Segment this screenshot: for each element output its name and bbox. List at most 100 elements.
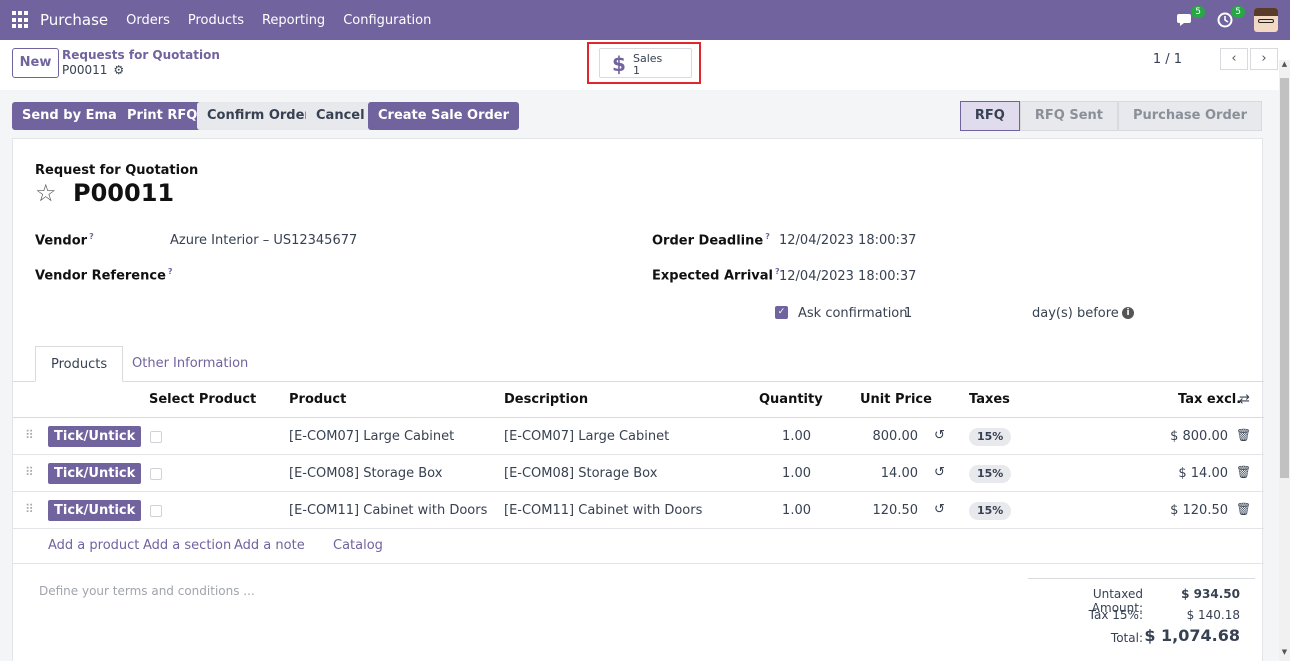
col-quantity[interactable]: Quantity — [759, 392, 823, 407]
sales-smart-button[interactable]: $ Sales 1 — [599, 48, 692, 78]
new-button[interactable]: New — [12, 48, 59, 78]
drag-handle-icon[interactable]: ⠿ — [25, 502, 34, 516]
terms-conditions-field[interactable]: Define your terms and conditions ... — [39, 584, 255, 598]
menu-configuration[interactable]: Configuration — [343, 13, 431, 28]
document-type-label: Request for Quotation — [35, 163, 199, 178]
menu-reporting[interactable]: Reporting — [262, 13, 325, 28]
trash-icon[interactable]: 🗑 — [1236, 428, 1251, 442]
record-name: P00011 — [73, 179, 175, 207]
apps-grid-icon[interactable] — [12, 11, 30, 29]
description-cell[interactable]: [E-COM08] Storage Box — [504, 466, 657, 481]
col-description[interactable]: Description — [504, 392, 588, 407]
select-product-checkbox[interactable] — [150, 468, 162, 480]
add-section-link[interactable]: Add a section — [143, 538, 231, 553]
expected-arrival-field[interactable]: 12/04/2023 18:00:37 — [779, 269, 916, 284]
days-before-label: day(s) before — [1032, 306, 1119, 321]
col-select-product[interactable]: Select Product — [149, 392, 256, 407]
drag-handle-icon[interactable]: ⠿ — [25, 428, 34, 442]
tax-badge[interactable]: 15% — [969, 465, 1012, 483]
scrollbar-thumb[interactable] — [1280, 78, 1289, 478]
unit-price-cell[interactable]: 14.00 — [818, 466, 918, 481]
help-icon[interactable]: ? — [765, 232, 770, 241]
scroll-down-icon[interactable]: ▼ — [1279, 648, 1290, 659]
add-product-link[interactable]: Add a product — [48, 538, 139, 553]
untaxed-amount-value: $ 934.50 — [1181, 587, 1240, 601]
pager-value[interactable]: 1 / 1 — [1153, 52, 1182, 67]
tab-products[interactable]: Products — [35, 346, 124, 382]
tax-badge[interactable]: 15% — [969, 502, 1012, 520]
confirm-order-button[interactable]: Confirm Order — [197, 102, 321, 130]
activities-clock-icon[interactable]: 5 — [1214, 6, 1245, 31]
breadcrumb-parent[interactable]: Requests for Quotation — [62, 48, 220, 62]
vendor-reference-label: Vendor Reference? — [35, 267, 173, 284]
expected-arrival-label: Expected Arrival? — [652, 267, 780, 284]
cancel-button[interactable]: Cancel — [306, 102, 375, 130]
ask-confirmation-checkbox[interactable]: ✓ — [775, 306, 788, 319]
status-bar: RFQ RFQ Sent Purchase Order — [959, 101, 1262, 131]
trash-icon[interactable]: 🗑 — [1236, 465, 1251, 479]
user-avatar[interactable] — [1254, 8, 1278, 32]
tick-untick-button[interactable]: Tick/Untick — [48, 500, 142, 521]
tab-other-information[interactable]: Other Information — [117, 346, 263, 382]
ask-confirmation-days[interactable]: 1 — [904, 306, 912, 321]
menu-products[interactable]: Products — [188, 13, 244, 28]
gear-icon[interactable]: ⚙ — [113, 63, 124, 77]
add-note-link[interactable]: Add a note — [234, 538, 305, 553]
help-icon[interactable]: ? — [89, 232, 94, 241]
pager-next-icon[interactable]: › — [1250, 48, 1278, 70]
revert-price-icon[interactable]: ↺ — [934, 502, 945, 517]
table-row[interactable]: ⠿ Tick/Untick [E-COM08] Storage Box [E-C… — [13, 455, 1264, 492]
catalog-link[interactable]: Catalog — [333, 538, 383, 553]
tax-value: $ 140.18 — [1186, 608, 1240, 622]
table-row[interactable]: ⠿ Tick/Untick [E-COM07] Large Cabinet [E… — [13, 418, 1264, 455]
drag-handle-icon[interactable]: ⠿ — [25, 465, 34, 479]
star-icon[interactable]: ☆ — [35, 179, 57, 207]
product-cell[interactable]: [E-COM11] Cabinet with Doors — [289, 503, 487, 518]
col-product[interactable]: Product — [289, 392, 346, 407]
description-cell[interactable]: [E-COM07] Large Cabinet — [504, 429, 669, 444]
table-row[interactable]: ⠿ Tick/Untick [E-COM11] Cabinet with Doo… — [13, 492, 1264, 529]
description-cell[interactable]: [E-COM11] Cabinet with Doors — [504, 503, 702, 518]
form-sheet: Request for Quotation ☆ P00011 Vendor? A… — [12, 138, 1264, 661]
messages-icon[interactable]: 5 — [1174, 6, 1205, 31]
scroll-up-icon[interactable]: ▲ — [1279, 60, 1290, 71]
subtotal-cell: $ 120.50 — [1170, 503, 1228, 518]
quantity-cell[interactable]: 1.00 — [711, 503, 811, 518]
trash-icon[interactable]: 🗑 — [1236, 502, 1251, 516]
col-taxes[interactable]: Taxes — [969, 392, 1010, 407]
col-tax-excl[interactable]: Tax excl. — [1178, 392, 1241, 407]
product-cell[interactable]: [E-COM08] Storage Box — [289, 466, 442, 481]
unit-price-cell[interactable]: 800.00 — [818, 429, 919, 444]
select-product-checkbox[interactable] — [150, 505, 162, 517]
column-settings-icon[interactable]: ⇄ — [1239, 392, 1250, 407]
col-unit-price[interactable]: Unit Price — [860, 392, 932, 407]
revert-price-icon[interactable]: ↺ — [934, 428, 945, 443]
vendor-label: Vendor? — [35, 232, 94, 249]
tick-untick-button[interactable]: Tick/Untick — [48, 426, 142, 447]
status-step-rfq-sent[interactable]: RFQ Sent — [1019, 101, 1118, 131]
quantity-cell[interactable]: 1.00 — [711, 466, 811, 481]
tax-label: Tax 15%: — [1088, 608, 1143, 622]
status-step-rfq[interactable]: RFQ — [959, 101, 1020, 131]
print-rfq-button[interactable]: Print RFQ — [117, 102, 208, 130]
select-product-checkbox[interactable] — [150, 431, 162, 443]
order-deadline-field[interactable]: 12/04/2023 18:00:37 — [779, 233, 916, 248]
quantity-cell[interactable]: 1.00 — [711, 429, 811, 444]
order-deadline-label: Order Deadline? — [652, 232, 770, 249]
top-navbar: Purchase Orders Products Reporting Confi… — [0, 0, 1290, 40]
totals-summary: Untaxed Amount: $ 934.50 Tax 15%: $ 140.… — [1028, 578, 1255, 645]
product-cell[interactable]: [E-COM07] Large Cabinet — [289, 429, 454, 444]
info-icon[interactable]: i — [1122, 307, 1134, 319]
pager-previous-icon[interactable]: ‹ — [1220, 48, 1248, 70]
action-bar: Send by Email Print RFQ Confirm Order Ca… — [0, 90, 1290, 138]
tick-untick-button[interactable]: Tick/Untick — [48, 463, 142, 484]
menu-orders[interactable]: Orders — [126, 13, 170, 28]
vendor-field[interactable]: Azure Interior – US12345677 — [170, 233, 357, 248]
create-sale-order-button[interactable]: Create Sale Order — [368, 102, 520, 130]
unit-price-cell[interactable]: 120.50 — [818, 503, 919, 518]
revert-price-icon[interactable]: ↺ — [934, 465, 945, 480]
app-title[interactable]: Purchase — [40, 11, 108, 29]
tax-badge[interactable]: 15% — [969, 428, 1012, 446]
help-icon[interactable]: ? — [168, 267, 173, 276]
status-step-purchase-order[interactable]: Purchase Order — [1117, 101, 1262, 131]
